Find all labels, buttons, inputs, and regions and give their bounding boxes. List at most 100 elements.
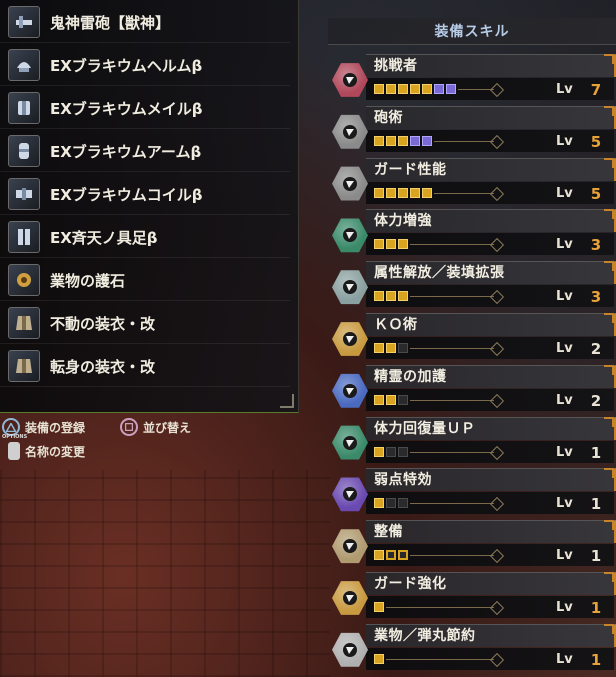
skill-jewel-icon xyxy=(332,477,368,512)
skill-level-pips xyxy=(374,394,408,406)
equipment-row[interactable]: 鬼神雷砲【獣神】 xyxy=(0,2,290,43)
skill-row[interactable]: ガード強化 Lv 1 xyxy=(326,572,616,622)
skill-name: 整備 xyxy=(374,524,403,541)
control-hints: 装備の登録 並び替え OPTIONS 名称の変更 xyxy=(0,414,300,464)
skill-name: 弱点特効 xyxy=(374,472,432,489)
skill-pip xyxy=(422,187,432,198)
equipment-row[interactable]: EXブラキウムヘルムβ xyxy=(0,45,290,86)
skill-row[interactable]: 体力回復量ＵＰ Lv 1 xyxy=(326,416,616,467)
level-label: Lv xyxy=(556,341,573,356)
equipment-list-panel: 鬼神雷砲【獣神】 EXブラキウムヘルムβ EXブラキウムメイルβ EXブラキウムアーム… xyxy=(0,0,299,413)
skill-pip xyxy=(374,84,384,94)
skill-name: ガード性能 xyxy=(374,161,447,178)
helm-icon xyxy=(8,49,40,81)
skill-pip-track xyxy=(410,348,494,349)
equipment-name: EXブラキウムアームβ xyxy=(50,142,202,161)
skill-level-pips xyxy=(374,342,408,354)
rename-label: 名称の変更 xyxy=(25,444,86,459)
equipment-row[interactable]: 転身の装衣・改 xyxy=(0,346,290,387)
background-floor xyxy=(0,470,330,677)
charm-icon xyxy=(8,264,40,296)
skill-name: ガード強化 xyxy=(374,576,447,592)
skill-row[interactable]: ＫＯ術 Lv 2 xyxy=(326,313,616,363)
skill-pip xyxy=(374,653,384,664)
equipment-row[interactable]: 業物の護石 xyxy=(0,260,290,301)
corner-tick-decoration xyxy=(604,261,614,272)
skill-level-pips xyxy=(374,83,456,95)
skill-row[interactable]: 挑戦者 Lv 7 xyxy=(326,54,616,104)
skill-row[interactable]: 弱点特効 Lv 1 xyxy=(326,468,616,518)
level-label: Lv xyxy=(556,237,573,253)
skill-pip xyxy=(386,239,396,250)
skill-row[interactable]: ガード性能 Lv 5 xyxy=(326,157,616,208)
corner-tick-decoration xyxy=(604,54,614,64)
skill-level-value: 2 xyxy=(590,391,602,410)
level-label: Lv xyxy=(556,496,573,512)
corner-tick-decoration xyxy=(604,520,614,531)
skill-pip xyxy=(386,343,396,353)
sort-label: 並び替え xyxy=(143,420,192,435)
skill-row[interactable]: 属性解放／装填拡張 Lv 3 xyxy=(326,261,616,311)
skills-header: 装備スキル xyxy=(328,18,616,45)
corner-tick-decoration xyxy=(604,105,614,116)
corner-tick-decoration xyxy=(604,623,614,634)
skill-name: 体力増強 xyxy=(374,213,432,230)
level-label: Lv xyxy=(556,444,573,460)
rename-control[interactable]: OPTIONS 名称の変更 xyxy=(2,434,86,460)
skill-row[interactable]: 整備 Lv 1 xyxy=(326,520,616,570)
skill-row[interactable]: 精霊の加護 Lv 2 xyxy=(326,364,616,415)
skill-pip xyxy=(386,446,396,457)
skill-jewel-icon xyxy=(332,322,368,356)
skill-pip xyxy=(422,135,432,146)
skill-level-pips xyxy=(374,187,432,199)
corner-tick-decoration xyxy=(604,157,614,168)
arm-icon xyxy=(8,135,40,167)
skill-row[interactable]: 体力増強 Lv 3 xyxy=(326,209,616,259)
skill-pip xyxy=(386,498,396,509)
skill-pip xyxy=(374,187,384,198)
equipment-row[interactable]: EXブラキウムコイルβ xyxy=(0,174,290,215)
skill-level-pips xyxy=(374,446,408,458)
skill-jewel-icon xyxy=(332,581,368,615)
skill-pip-track xyxy=(386,607,494,608)
skill-level-pips xyxy=(374,601,384,613)
level-label: Lv xyxy=(556,289,573,305)
skill-name: 体力回復量ＵＰ xyxy=(374,420,476,437)
corner-tick-decoration xyxy=(604,572,614,582)
skill-pip-track xyxy=(410,451,494,453)
skill-pip xyxy=(374,550,384,561)
skill-pip xyxy=(386,550,396,561)
skill-row[interactable]: 業物／弾丸節約 Lv 1 xyxy=(326,623,616,674)
level-label: Lv xyxy=(556,651,573,667)
skill-row[interactable]: 砲術 Lv 5 xyxy=(326,105,616,156)
skill-pip xyxy=(398,291,408,302)
skill-pip xyxy=(374,394,384,405)
skill-pip xyxy=(398,498,408,509)
equipment-row[interactable]: EXブラキウムアームβ xyxy=(0,131,290,172)
skill-pip xyxy=(386,394,396,405)
sort-control[interactable]: 並び替え xyxy=(120,418,191,436)
equipment-row[interactable]: 不動の装衣・改 xyxy=(0,303,290,344)
equipment-name: EXブラキウムメイルβ xyxy=(50,99,203,118)
skill-level-pips xyxy=(374,549,408,561)
skill-jewel-icon xyxy=(332,218,368,253)
skill-name: 挑戦者 xyxy=(374,58,418,74)
skill-jewel-icon xyxy=(332,425,368,460)
weapon-icon xyxy=(8,6,40,38)
skill-pip xyxy=(374,291,384,302)
corner-tick-decoration xyxy=(604,209,614,220)
skill-pip-track xyxy=(434,192,494,194)
equipment-row[interactable]: EXブラキウムメイルβ xyxy=(0,88,290,129)
skill-name: 属性解放／装填拡張 xyxy=(374,265,505,282)
skill-pip xyxy=(410,84,420,94)
skill-pip xyxy=(374,343,384,353)
skill-pip xyxy=(398,446,408,457)
level-label: Lv xyxy=(556,82,573,97)
skill-pip xyxy=(374,498,384,509)
skill-level-pips xyxy=(374,135,432,147)
skill-pip-track xyxy=(434,140,494,142)
register-label: 装備の登録 xyxy=(25,420,86,435)
skill-level-value: 3 xyxy=(590,236,602,255)
equipment-row[interactable]: EX斉天ノ具足β xyxy=(0,217,290,258)
skill-pip xyxy=(374,135,384,146)
